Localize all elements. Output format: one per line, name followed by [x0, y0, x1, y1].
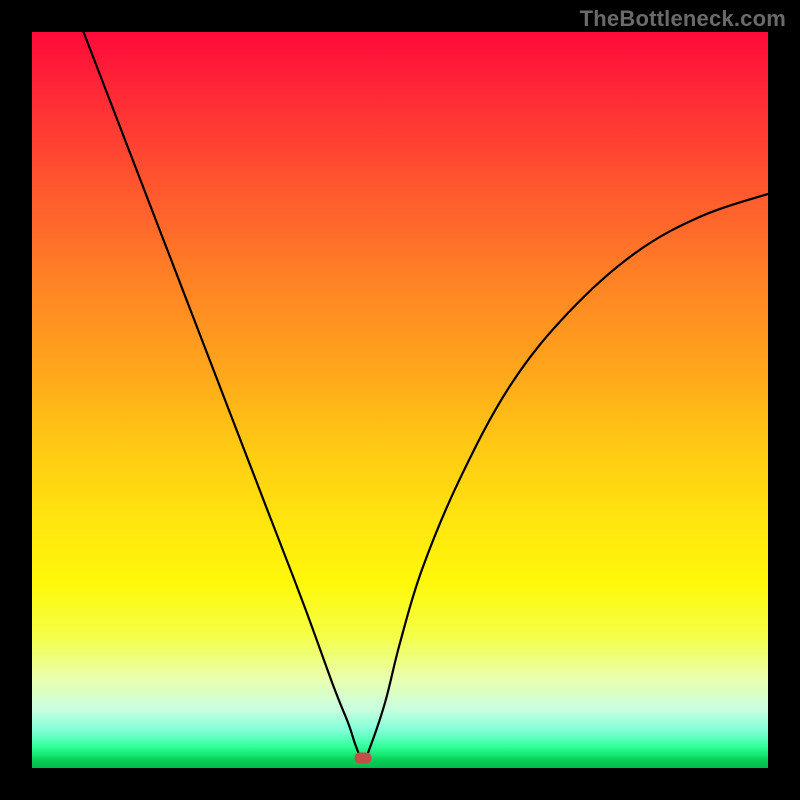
watermark-text: TheBottleneck.com	[580, 6, 786, 32]
curve-svg	[32, 32, 768, 768]
optimum-marker	[355, 753, 372, 764]
bottleneck-curve-path	[84, 32, 768, 761]
plot-area	[32, 32, 768, 768]
chart-frame: TheBottleneck.com	[0, 0, 800, 800]
